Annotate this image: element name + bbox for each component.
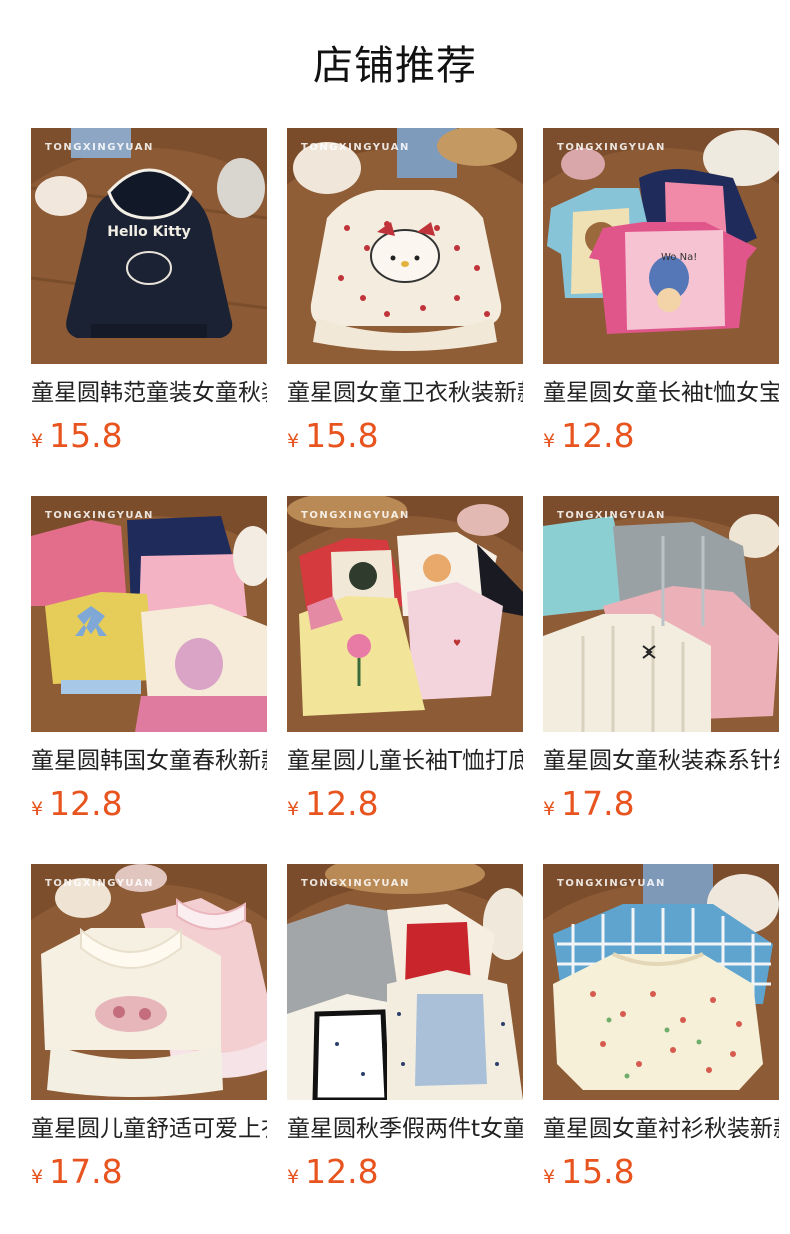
product-price: ¥15.8 bbox=[543, 1152, 635, 1192]
svg-text:♥: ♥ bbox=[453, 639, 461, 649]
watermark: TONGXINGYUAN bbox=[301, 510, 410, 521]
product-price: ¥12.8 bbox=[543, 416, 635, 456]
product-image[interactable]: TONGXINGYUAN bbox=[31, 864, 267, 1100]
price-value: 17.8 bbox=[49, 1152, 123, 1191]
product-card[interactable]: TONGXINGYUAN 童星圆儿童舒适可爱上衣 ¥17.8 bbox=[31, 864, 267, 1204]
price-value: 12.8 bbox=[305, 784, 379, 823]
watermark: TONGXINGYUAN bbox=[45, 510, 154, 521]
price-value: 12.8 bbox=[561, 416, 635, 455]
product-name[interactable]: 童星圆女童长袖t恤女宝 bbox=[543, 376, 779, 410]
price-value: 15.8 bbox=[49, 416, 123, 455]
watermark: TONGXINGYUAN bbox=[45, 142, 154, 153]
svg-text:Wo Na!: Wo Na! bbox=[661, 252, 697, 263]
currency-symbol: ¥ bbox=[287, 430, 300, 452]
product-price: ¥15.8 bbox=[31, 416, 123, 456]
product-image[interactable]: TONGXINGYUAN bbox=[287, 864, 523, 1100]
watermark: TONGXINGYUAN bbox=[557, 878, 666, 889]
product-name[interactable]: 童星圆韩范童装女童秋装 bbox=[31, 376, 267, 410]
product-name[interactable]: 童星圆女童秋装森系针织 bbox=[543, 744, 779, 778]
product-card[interactable]: ♥ TONGXINGYUAN 童星圆儿童长袖T恤打底 ¥12.8 bbox=[287, 496, 523, 836]
product-name[interactable]: 童星圆韩国女童春秋新款 bbox=[31, 744, 267, 778]
currency-symbol: ¥ bbox=[31, 798, 44, 820]
product-card[interactable]: TONGXINGYUAN 童星圆秋季假两件t女童 ¥12.8 bbox=[287, 864, 523, 1204]
product-image[interactable]: ♥ TONGXINGYUAN bbox=[287, 496, 523, 732]
product-card[interactable]: Wo Na! TONGXINGYUAN 童星圆女童长袖t恤女宝 ¥12.8 bbox=[543, 128, 779, 468]
product-price: ¥12.8 bbox=[287, 784, 379, 824]
section-title: 店铺推荐 bbox=[313, 43, 477, 89]
product-name[interactable]: 童星圆女童卫衣秋装新款 bbox=[287, 376, 523, 410]
currency-symbol: ¥ bbox=[287, 1166, 300, 1188]
product-image[interactable]: TONGXINGYUAN bbox=[287, 128, 523, 364]
currency-symbol: ¥ bbox=[543, 430, 556, 452]
currency-symbol: ¥ bbox=[543, 798, 556, 820]
product-price: ¥12.8 bbox=[31, 784, 123, 824]
watermark: TONGXINGYUAN bbox=[45, 878, 154, 889]
price-value: 12.8 bbox=[49, 784, 123, 823]
svg-text:Hello Kitty: Hello Kitty bbox=[107, 224, 190, 240]
product-image[interactable]: Hello Kitty TONGXINGYUAN bbox=[31, 128, 267, 364]
currency-symbol: ¥ bbox=[543, 1166, 556, 1188]
watermark: TONGXINGYUAN bbox=[301, 878, 410, 889]
price-value: 17.8 bbox=[561, 784, 635, 823]
product-card[interactable]: TONGXINGYUAN 童星圆女童卫衣秋装新款 ¥15.8 bbox=[287, 128, 523, 468]
product-image[interactable]: TONGXINGYUAN bbox=[543, 496, 779, 732]
price-value: 12.8 bbox=[305, 1152, 379, 1191]
product-name[interactable]: 童星圆女童衬衫秋装新款 bbox=[543, 1112, 779, 1146]
product-price: ¥15.8 bbox=[287, 416, 379, 456]
currency-symbol: ¥ bbox=[287, 798, 300, 820]
product-image[interactable]: TONGXINGYUAN bbox=[31, 496, 267, 732]
watermark: TONGXINGYUAN bbox=[557, 510, 666, 521]
product-price: ¥17.8 bbox=[543, 784, 635, 824]
product-card[interactable]: TONGXINGYUAN 童星圆女童秋装森系针织 ¥17.8 bbox=[543, 496, 779, 836]
currency-symbol: ¥ bbox=[31, 1166, 44, 1188]
watermark: TONGXINGYUAN bbox=[301, 142, 410, 153]
product-name[interactable]: 童星圆秋季假两件t女童 bbox=[287, 1112, 523, 1146]
product-card[interactable]: Hello Kitty TONGXINGYUAN 童星圆韩范童装女童秋装 ¥15… bbox=[31, 128, 267, 468]
product-image[interactable]: Wo Na! TONGXINGYUAN bbox=[543, 128, 779, 364]
product-name[interactable]: 童星圆儿童舒适可爱上衣 bbox=[31, 1112, 267, 1146]
product-price: ¥12.8 bbox=[287, 1152, 379, 1192]
currency-symbol: ¥ bbox=[31, 430, 44, 452]
price-value: 15.8 bbox=[305, 416, 379, 455]
product-card[interactable]: TONGXINGYUAN 童星圆韩国女童春秋新款 ¥12.8 bbox=[31, 496, 267, 836]
product-card[interactable]: TONGXINGYUAN 童星圆女童衬衫秋装新款 ¥15.8 bbox=[543, 864, 779, 1204]
watermark: TONGXINGYUAN bbox=[557, 142, 666, 153]
product-image[interactable]: TONGXINGYUAN bbox=[543, 864, 779, 1100]
price-value: 15.8 bbox=[561, 1152, 635, 1191]
product-name[interactable]: 童星圆儿童长袖T恤打底 bbox=[287, 744, 523, 778]
product-price: ¥17.8 bbox=[31, 1152, 123, 1192]
